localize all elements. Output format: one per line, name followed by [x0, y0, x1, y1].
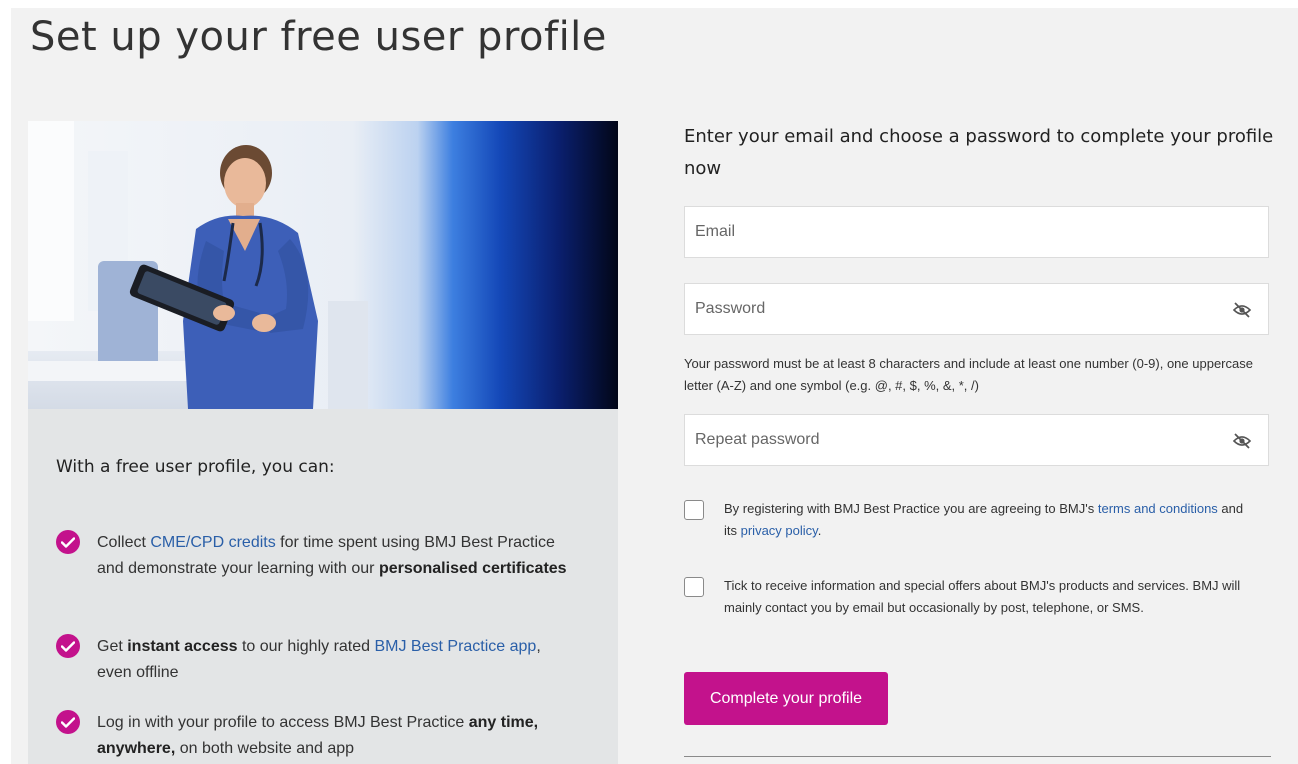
terms-text-part: .: [817, 523, 822, 538]
benefits-heading: With a free user profile, you can:: [56, 457, 335, 477]
email-field-wrapper: [684, 206, 1269, 258]
benefit-text: Get instant access to our highly rated B…: [97, 634, 567, 686]
terms-checkbox[interactable]: [684, 500, 704, 520]
eye-slash-icon[interactable]: [1232, 432, 1252, 450]
terms-text: By registering with BMJ Best Practice yo…: [724, 498, 1254, 542]
password-hint: Your password must be at least 8 charact…: [684, 356, 1253, 393]
benefit-text-part: on both website and app: [175, 740, 355, 757]
marketing-checkbox[interactable]: [684, 577, 704, 597]
terms-and-conditions-link[interactable]: terms and conditions: [1098, 501, 1218, 516]
benefit-text-part: Get: [97, 638, 128, 655]
form-heading: Enter your email and choose a password t…: [684, 126, 1274, 179]
divider: [684, 756, 1271, 757]
marketing-text: Tick to receive information and special …: [724, 578, 1241, 615]
page-container: Set up your free user profile With a fre…: [11, 8, 1298, 764]
benefits-panel: With a free user profile, you can: Colle…: [28, 121, 618, 764]
privacy-policy-link[interactable]: privacy policy: [741, 523, 818, 538]
email-input[interactable]: [685, 207, 1268, 257]
checkmark-icon: [56, 634, 80, 658]
hero-image: [28, 121, 618, 409]
complete-profile-button[interactable]: Complete your profile: [684, 672, 888, 725]
benefit-text-part: to our highly rated: [237, 638, 375, 655]
page-title: Set up your free user profile: [30, 14, 607, 60]
checkmark-icon: [56, 530, 80, 554]
password-input[interactable]: [685, 284, 1268, 334]
benefit-text-part: Log in with your profile to access BMJ B…: [97, 714, 469, 731]
benefit-text-bold: personalised certificates: [378, 560, 567, 577]
benefit-text: Collect CME/CPD credits for time spent u…: [97, 530, 567, 582]
cme-cpd-credits-link[interactable]: CME/CPD credits: [150, 534, 275, 551]
benefit-text-part: Collect: [97, 534, 151, 551]
hero-photo-doctor-with-tablet: [28, 121, 618, 409]
checkmark-icon: [56, 710, 80, 734]
eye-slash-icon[interactable]: [1232, 301, 1252, 319]
benefit-text-bold: instant access: [127, 638, 238, 655]
repeat-password-field-wrapper: [684, 414, 1269, 466]
repeat-password-input[interactable]: [685, 415, 1268, 465]
benefit-text: Log in with your profile to access BMJ B…: [97, 710, 567, 762]
terms-text-part: By registering with BMJ Best Practice yo…: [724, 501, 1098, 516]
password-field-wrapper: [684, 283, 1269, 335]
bmj-best-practice-app-link[interactable]: BMJ Best Practice app: [374, 638, 536, 655]
